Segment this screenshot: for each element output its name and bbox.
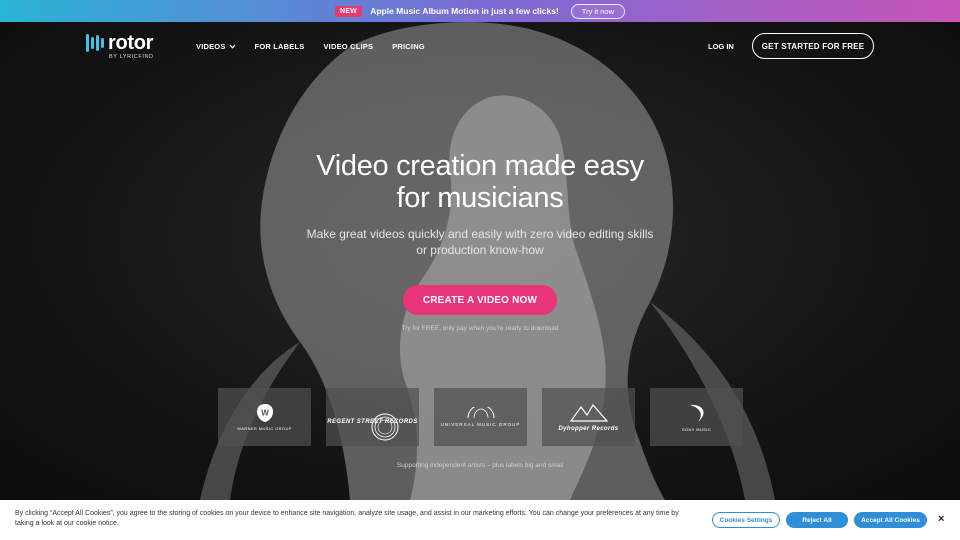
logo-bars-icon: [86, 34, 104, 52]
create-video-button[interactable]: CREATE A VIDEO NOW: [403, 285, 557, 315]
nav-item-videos[interactable]: VIDEOS: [196, 42, 236, 51]
label-logo-regent-street: REGENT STREET RECORDS: [326, 388, 419, 446]
reject-all-button[interactable]: Reject All: [786, 512, 848, 528]
universal-globe-icon: [467, 407, 494, 419]
label-logo-sony: SONY MUSIC: [650, 388, 743, 446]
nav-item-for-labels[interactable]: FOR LABELS: [255, 42, 305, 51]
label-logo-warner: W WARNER MUSIC GROUP: [218, 388, 311, 446]
try-it-now-button[interactable]: Try it now: [570, 3, 626, 19]
chevron-down-icon: [229, 44, 235, 49]
cta-note: Try for FREE, only pay when you're ready…: [401, 325, 559, 332]
support-note: Supporting independent artists – plus la…: [396, 462, 564, 469]
nav-item-video-clips[interactable]: VIDEO CLIPS: [323, 42, 373, 51]
login-link[interactable]: LOG IN: [708, 42, 734, 51]
new-badge: NEW: [334, 5, 363, 17]
close-icon[interactable]: ×: [938, 513, 944, 525]
nav-item-pricing[interactable]: PRICING: [392, 42, 425, 51]
label-logo-dyhopper: Dyhopper Records: [542, 388, 635, 446]
hero-subhead: Make great videos quickly and easily wit…: [306, 227, 654, 257]
label-logo-universal: UNIVERSAL MUSIC GROUP: [434, 388, 527, 446]
warner-shield-icon: W: [256, 404, 273, 422]
label-logos: W WARNER MUSIC GROUP REGENT STREET RECOR…: [218, 388, 743, 446]
regent-street-logo-icon: [371, 413, 398, 441]
cookies-settings-button[interactable]: Cookies Settings: [712, 512, 780, 528]
logo-sub: BY LYRICFIND: [109, 54, 154, 60]
announcement-bar: NEW Apple Music Album Motion in just a f…: [0, 0, 960, 22]
logo-word: rotor: [108, 32, 154, 54]
main-nav: rotor BY LYRICFIND VIDEOS FOR LABELS VID…: [0, 22, 960, 70]
dyhopper-mountain-icon: [569, 403, 608, 422]
headline-line-1: Video creation made easy: [316, 150, 644, 182]
rotor-logo[interactable]: rotor BY LYRICFIND: [86, 33, 154, 60]
cookie-text: By clicking “Accept All Cookies”, you ag…: [15, 510, 679, 527]
svg-text:W: W: [261, 409, 269, 418]
accept-all-cookies-button[interactable]: Accept All Cookies: [854, 512, 927, 528]
announcement-message[interactable]: Apple Music Album Motion in just a few c…: [370, 6, 559, 16]
cookie-banner: By clicking “Accept All Cookies”, you ag…: [0, 500, 960, 540]
page-title: Video creation made easy for musicians: [0, 150, 960, 214]
sony-music-swoosh-icon: [689, 404, 704, 422]
headline-line-2: for musicians: [396, 182, 564, 214]
get-started-button[interactable]: GET STARTED FOR FREE: [752, 33, 874, 59]
